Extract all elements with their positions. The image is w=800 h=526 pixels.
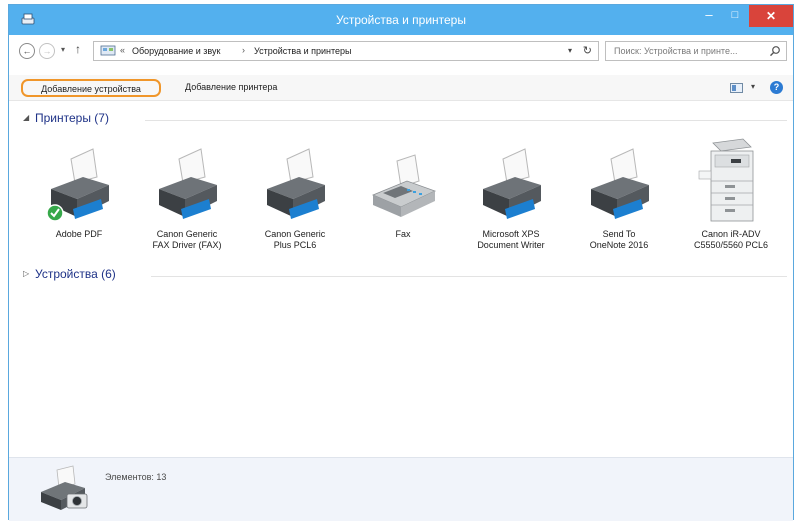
printer-label: Canon iR-ADV C5550/5560 PCL6 [693, 229, 769, 250]
up-button[interactable]: ↑ [75, 42, 81, 56]
view-options-dropdown[interactable]: ▾ [751, 82, 755, 91]
address-dropdown[interactable]: ▾ [568, 46, 572, 55]
printer-list: Adobe PDF Canon Generic FAX Driver (FAX)… [29, 137, 789, 261]
collapse-icon[interactable]: ◢ [23, 113, 29, 122]
command-bar: Добавление устройства Добавление принтер… [9, 75, 793, 101]
group-title-printers[interactable]: Принтеры (7) [35, 111, 109, 125]
printer-label: Adobe PDF [55, 229, 103, 239]
printer-canon-pcl6[interactable]: Canon Generic Plus PCL6 [245, 137, 345, 261]
printer-label: Canon Generic Plus PCL6 [264, 229, 326, 250]
printer-fax[interactable]: Fax [353, 137, 453, 261]
printer-onenote[interactable]: Send To OneNote 2016 [569, 137, 669, 261]
close-button[interactable]: ✕ [749, 5, 793, 27]
devices-printers-icon [41, 465, 88, 510]
expand-icon[interactable]: ▷ [23, 269, 29, 278]
group-divider [145, 120, 787, 121]
printer-icon [159, 148, 217, 219]
breadcrumb-hardware-sound[interactable]: Оборудование и звук [132, 46, 220, 56]
search-input[interactable]: Поиск: Устройства и принте... [605, 41, 787, 61]
printer-label: Canon Generic FAX Driver (FAX) [152, 229, 222, 250]
window: Устройства и принтеры – □ ✕ ← → ▾ ↑ « Об… [8, 4, 794, 521]
search-placeholder: Поиск: Устройства и принте... [614, 46, 738, 56]
add-device-button[interactable]: Добавление устройства [21, 79, 161, 97]
printer-label: Send To OneNote 2016 [589, 229, 649, 250]
title-bar[interactable]: Устройства и принтеры – □ ✕ [9, 5, 793, 35]
printer-label: Microsoft XPS Document Writer [477, 229, 545, 250]
refresh-button[interactable]: ↻ [583, 44, 592, 57]
printer-icon [46, 148, 109, 222]
control-panel-icon [100, 45, 116, 56]
back-button[interactable]: ← [19, 43, 35, 59]
printer-canon-fax[interactable]: Canon Generic FAX Driver (FAX) [137, 137, 237, 261]
printer-icon [267, 148, 325, 219]
printer-icon [591, 148, 649, 219]
breadcrumb-devices-printers[interactable]: Устройства и принтеры [254, 46, 352, 56]
change-view-icon[interactable] [730, 83, 743, 93]
group-divider [151, 276, 787, 277]
search-icon[interactable] [769, 45, 781, 57]
address-overflow[interactable]: « [120, 45, 125, 55]
details-pane: Элементов: 13 [9, 457, 793, 521]
printer-canon-ir-adv[interactable]: Canon iR-ADV C5550/5560 PCL6 [681, 137, 781, 261]
add-printer-button[interactable]: Добавление принтера [179, 79, 283, 97]
forward-button[interactable]: → [39, 43, 55, 59]
address-row: ← → ▾ ↑ « Оборудование и звук › Устройст… [9, 39, 793, 65]
group-title-devices[interactable]: Устройства (6) [35, 267, 116, 281]
printer-label: Fax [395, 229, 411, 239]
printer-microsoft-xps[interactable]: Microsoft XPS Document Writer [461, 137, 561, 261]
printer-adobe-pdf[interactable]: Adobe PDF [29, 137, 129, 261]
address-bar[interactable]: « Оборудование и звук › Устройства и при… [93, 41, 599, 61]
minimize-button[interactable]: – [697, 5, 721, 27]
item-count: Элементов: 13 [105, 472, 167, 482]
breadcrumb-separator[interactable]: › [242, 45, 245, 55]
copier-icon [698, 138, 754, 222]
help-icon[interactable]: ? [770, 81, 783, 94]
window-title: Устройства и принтеры [336, 13, 466, 27]
printer-icon [483, 148, 541, 219]
recent-locations-dropdown[interactable]: ▾ [61, 45, 65, 54]
fax-icon [371, 154, 437, 217]
maximize-button[interactable]: □ [723, 5, 747, 27]
